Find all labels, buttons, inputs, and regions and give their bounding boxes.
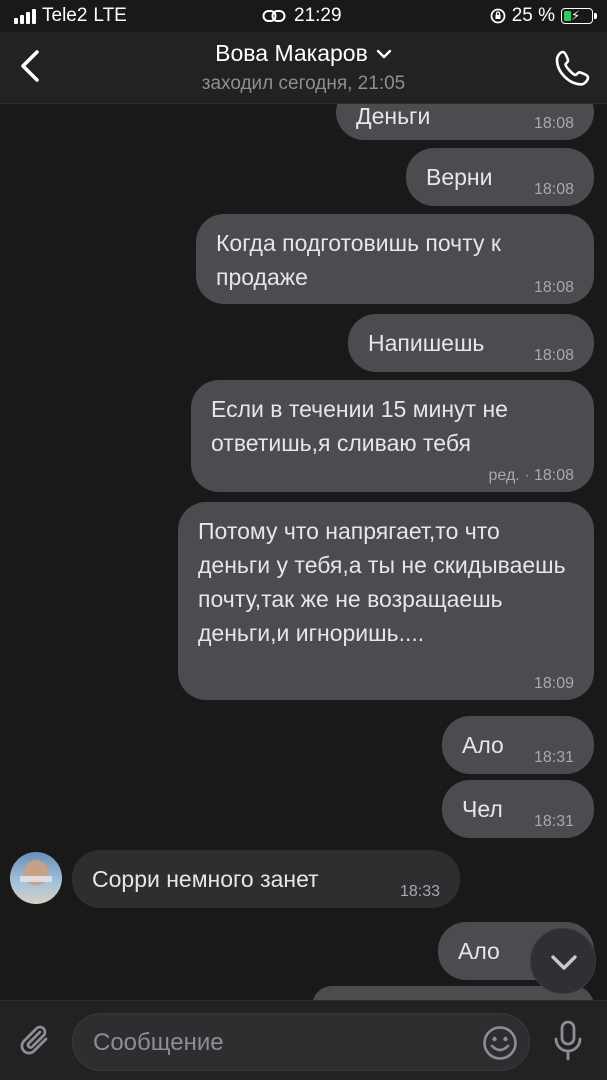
chat-header: Вова Макаров заходил сегодня, 21:05 [0, 32, 607, 104]
last-seen: заходил сегодня, 21:05 [201, 73, 406, 94]
orientation-lock-icon [490, 8, 506, 24]
message-bubble-out[interactable]: Верни 18:08 [406, 148, 594, 206]
signal-icon [14, 8, 36, 24]
phone-icon [555, 50, 590, 86]
message-time: 18:33 [399, 883, 440, 900]
message-time: 18:08 [533, 181, 574, 198]
battery-icon: ⚡ [561, 8, 597, 24]
message-time: 18:08 [533, 115, 574, 132]
carrier-name: Tele2 [42, 5, 88, 26]
link-icon [262, 10, 286, 22]
status-center: 21:29 [262, 5, 342, 27]
attach-button[interactable] [18, 1021, 56, 1061]
message-input-placeholder: Сообщение [93, 1029, 224, 1056]
message-bubble-out[interactable]: Напишешь 18:08 [348, 314, 594, 372]
emoji-icon[interactable] [481, 1024, 519, 1062]
status-right: 25 % ⚡ [490, 5, 597, 27]
chevron-down-icon [376, 49, 392, 58]
message-bubble-in[interactable]: Сорри немного занет 18:33 [72, 850, 460, 908]
back-icon [21, 50, 39, 82]
scroll-down-icon [551, 955, 577, 970]
message-text: Когда подготовишь почту к продаже [216, 230, 501, 290]
message-bubble-out[interactable]: Когда подготовишь почту к продаже 18:08 [196, 214, 594, 304]
battery-percent: 25 % [511, 5, 555, 26]
message-bubble-out[interactable]: Деньги 18:08 [336, 104, 594, 140]
contact-info[interactable]: Вова Макаров заходил сегодня, 21:05 [120, 40, 487, 95]
message-time: 18:31 [533, 813, 574, 830]
message-time: 18:08 [533, 279, 574, 296]
message-bubble-out[interactable]: Потому что напрягает,то что деньги у теб… [178, 502, 594, 700]
message-text: Потому что напрягает,то что деньги у теб… [198, 518, 566, 646]
message-bubble-out[interactable]: Чел 18:31 [442, 780, 594, 838]
message-bubble-out[interactable]: Если в течении 15 минут не ответишь,я сл… [191, 380, 594, 492]
message-input[interactable]: Сообщение [72, 1013, 530, 1071]
clock: 21:29 [294, 5, 342, 26]
message-text: Сорри немного занет [92, 866, 319, 892]
scroll-down-button[interactable] [530, 928, 596, 994]
message-time: 18:31 [533, 749, 574, 766]
status-bar: Tele2 LTE 21:29 25 % ⚡ [0, 0, 607, 32]
voice-message-button[interactable] [548, 1019, 588, 1063]
mic-icon [554, 1020, 582, 1061]
message-bubble-out[interactable]: Ало 18:31 [442, 716, 594, 774]
avatar[interactable] [10, 852, 62, 904]
battery-fill [564, 11, 571, 21]
network-type: LTE [93, 5, 127, 26]
message-list[interactable]: Деньги 18:08 Верни 18:08 Когда подготови… [0, 104, 607, 1000]
message-time: ред. · 18:08 [488, 467, 574, 484]
composer: Сообщение [0, 1000, 607, 1080]
attach-icon [20, 1025, 48, 1055]
charging-bolt-icon: ⚡ [571, 8, 581, 23]
message-time: 18:09 [533, 675, 574, 692]
message-time: 18:08 [533, 347, 574, 364]
call-button[interactable] [551, 46, 595, 90]
contact-name: Вова Макаров [215, 40, 368, 66]
status-left: Tele2 LTE [14, 5, 127, 27]
back-button[interactable] [14, 46, 50, 86]
message-text: Если в течении 15 минут не ответишь,я сл… [211, 396, 508, 456]
